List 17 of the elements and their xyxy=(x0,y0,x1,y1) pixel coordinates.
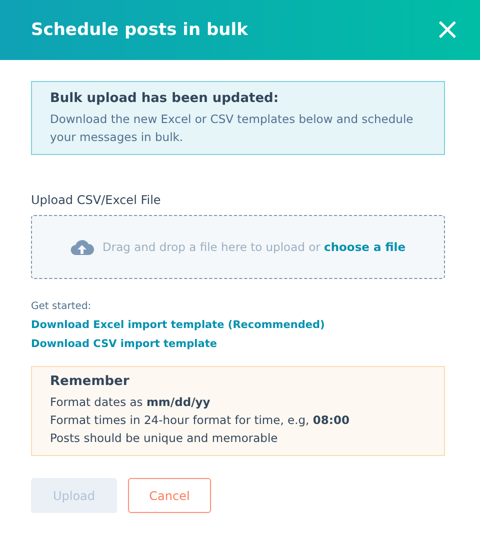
file-dropzone[interactable]: Drag and drop a file here to upload or choose a file xyxy=(31,215,445,279)
notice-title: Bulk upload has been updated: xyxy=(50,91,280,106)
remember-line: Format dates as mm/dd/yy xyxy=(50,394,212,411)
remember-line: Format times in 24-hour format for time, e.g, 08:00 xyxy=(50,412,350,429)
cancel-button[interactable]: Cancel xyxy=(128,478,211,513)
get-started-label: Get started: xyxy=(31,301,92,312)
dropzone-text: Drag and drop a file here to upload or choose a file xyxy=(102,240,406,254)
remember-title: Remember xyxy=(50,374,130,389)
upload-label: Upload CSV/Excel File xyxy=(31,193,161,207)
close-button[interactable]: × xyxy=(434,15,460,45)
remember-line: Posts should be unique and memorable xyxy=(50,430,279,447)
dialog-title: Schedule posts in bulk xyxy=(31,20,248,40)
notice-text: Download the new Excel or CSV templates below and schedule your messages in bulk. xyxy=(50,111,414,146)
choose-file-link[interactable]: choose a file xyxy=(324,240,406,254)
template-download-link[interactable]: Download CSV import template xyxy=(31,338,217,350)
cloud-upload-icon xyxy=(70,238,94,256)
template-download-link[interactable]: Download Excel import template (Recommended) xyxy=(31,319,325,331)
